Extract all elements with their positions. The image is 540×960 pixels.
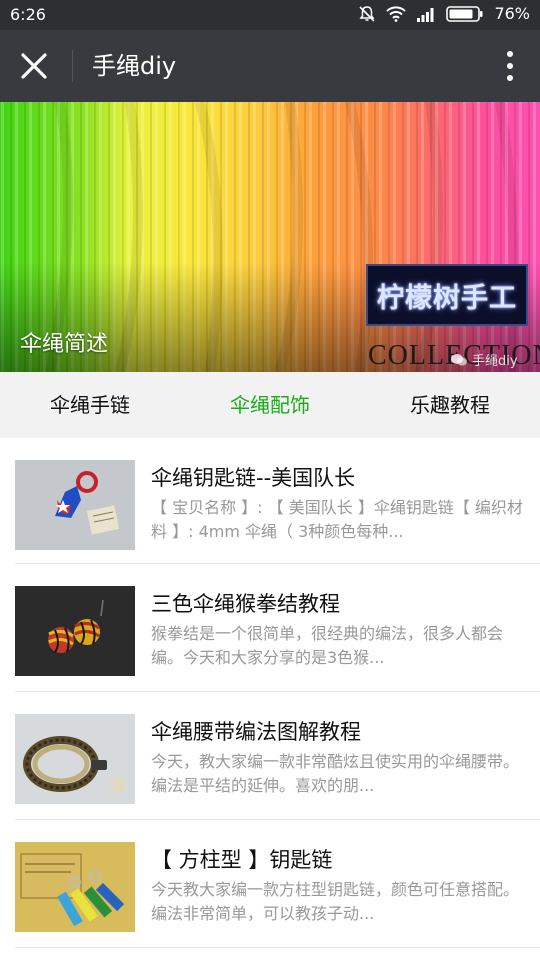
close-button[interactable] — [14, 46, 54, 86]
article-thumbnail — [15, 586, 135, 676]
title-bar: 手绳diy — [0, 30, 540, 102]
signal-icon — [416, 6, 436, 22]
status-time: 6:26 — [10, 5, 46, 24]
article-description: 今天教大家编一款方柱型钥匙链，颜色可任意搭配。编法非常简单，可以教孩子动... — [151, 880, 520, 923]
article-title: 三色伞绳猴拳结教程 — [151, 592, 340, 616]
battery-icon — [446, 5, 484, 23]
close-icon — [21, 53, 47, 79]
battery-percent: 76% — [494, 4, 530, 23]
banner-caption[interactable]: 伞绳简述 — [20, 326, 108, 358]
status-icons: 76% — [358, 4, 530, 23]
banner-carousel[interactable]: 柠檬树手工 COLLECTION 手绳diy 伞绳简述 — [0, 102, 540, 372]
article-thumbnail — [15, 714, 135, 804]
article-thumbnail — [15, 842, 135, 932]
wechat-icon — [451, 353, 467, 365]
article-description: 猴拳结是一个很简单，很经典的编法，很多人都会编。今天和大家分享的是3色猴... — [151, 624, 504, 667]
article-description: 【 宝贝名称 】: 【 美国队长 】伞绳钥匙链【 编织材料 】: 4mm 伞绳（… — [151, 498, 523, 541]
banner-logo: 柠檬树手工 — [366, 264, 528, 326]
list-item[interactable]: 伞绳钥匙链--美国队长 【 宝贝名称 】: 【 美国队长 】伞绳钥匙链【 编织材… — [15, 438, 540, 564]
more-button[interactable] — [502, 48, 518, 84]
article-title: 伞绳钥匙链--美国队长 — [151, 466, 356, 490]
article-title: 【 方柱型 】钥匙链 — [151, 848, 333, 872]
article-thumbnail — [15, 460, 135, 550]
list-item[interactable]: 伞绳腰带编法图解教程 今天，教大家编一款非常酷炫且使实用的伞绳腰带。编法是平结的… — [15, 692, 540, 820]
title-divider — [72, 50, 73, 82]
list-item[interactable]: 【 方柱型 】钥匙链 今天教大家编一款方柱型钥匙链，颜色可任意搭配。编法非常简单… — [15, 820, 540, 948]
tab-tutorials[interactable]: 乐趣教程 — [360, 372, 540, 438]
article-description: 今天，教大家编一款非常酷炫且使实用的伞绳腰带。编法是平结的延伸。喜欢的朋... — [151, 752, 520, 795]
tab-bracelet[interactable]: 伞绳手链 — [0, 372, 180, 438]
article-title: 伞绳腰带编法图解教程 — [151, 720, 361, 744]
tab-accessories[interactable]: 伞绳配饰 — [180, 372, 360, 438]
list-item[interactable]: 三色伞绳猴拳结教程 猴拳结是一个很简单，很经典的编法，很多人都会编。今天和大家分… — [15, 564, 540, 692]
article-list: 伞绳钥匙链--美国队长 【 宝贝名称 】: 【 美国队长 】伞绳钥匙链【 编织材… — [0, 438, 540, 948]
more-vertical-icon — [507, 51, 513, 81]
banner-logo-text: 柠檬树手工 — [377, 282, 517, 314]
banner-watermark-text: 手绳diy — [472, 354, 518, 369]
category-tabs: 伞绳手链 伞绳配饰 乐趣教程 — [0, 372, 540, 438]
mute-icon — [358, 5, 376, 23]
status-bar: 6:26 76% — [0, 0, 540, 30]
page-title: 手绳diy — [92, 52, 177, 80]
wifi-icon — [386, 5, 407, 22]
banner-watermark: 手绳diy — [450, 350, 518, 369]
